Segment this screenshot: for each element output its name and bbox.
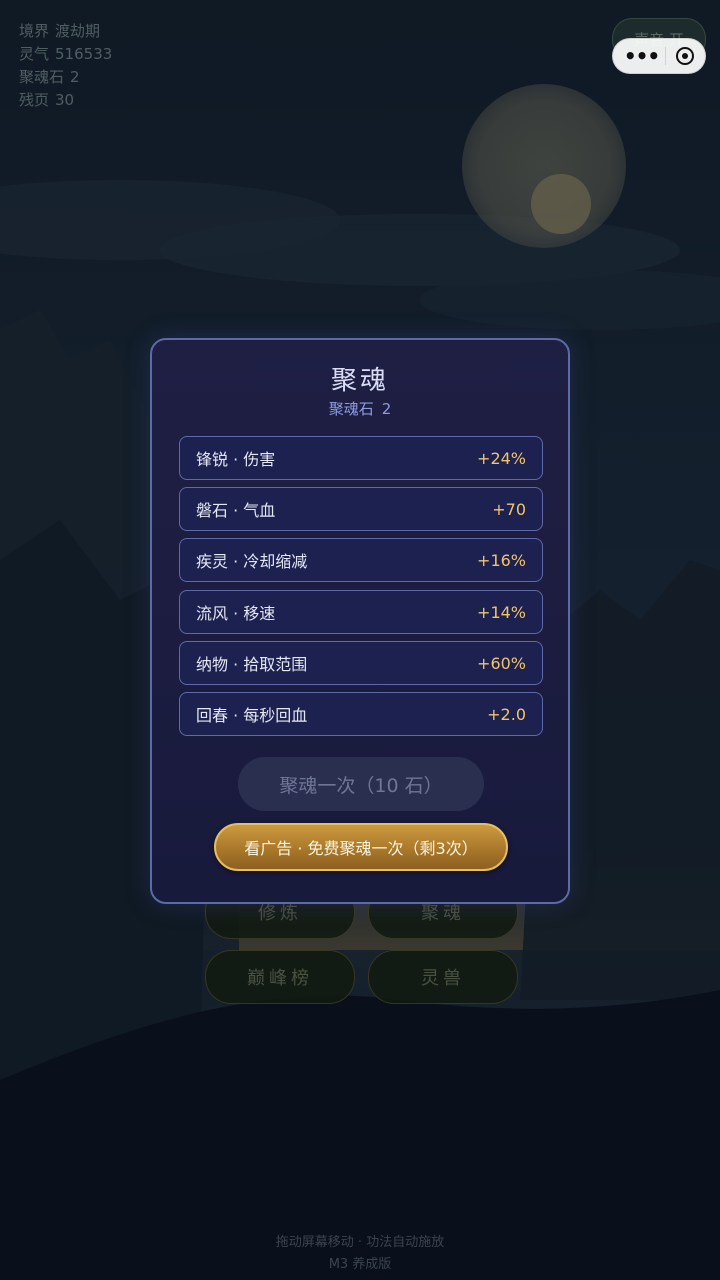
leaderboard-button[interactable]: 巅峰榜 <box>205 950 355 1004</box>
soul-stone-stat: 聚魂石 2 <box>19 68 80 86</box>
player-stats: 境界 渡劫期 灵气 516533 聚魂石 2 残页 30 <box>19 20 112 112</box>
dialog-title: 聚魂 <box>330 366 389 396</box>
attribute-name: 流风 · 移速 <box>196 604 276 623</box>
soul-stone-count: 聚魂石 2 <box>328 400 392 418</box>
attribute-value: +16% <box>477 550 526 570</box>
mini-program-capsule: ••• <box>612 38 706 74</box>
footer-version: M3 养成版 <box>328 1257 392 1272</box>
attribute-value: +60% <box>477 653 526 673</box>
attribute-value: +70 <box>492 499 526 519</box>
more-dots-icon[interactable]: ••• <box>624 38 660 74</box>
realm-stat: 境界 渡劫期 <box>19 22 101 40</box>
attribute-name: 磐石 · 气血 <box>196 501 276 520</box>
attribute-row: 疾灵 · 冷却缩减 +16% <box>179 538 543 582</box>
gather-soul-dialog: 聚魂 聚魂石 2 锋锐 · 伤害 +24% 磐石 · 气血 +70 疾灵 · 冷却… <box>150 338 570 904</box>
attribute-value: +2.0 <box>487 704 526 724</box>
attribute-row: 纳物 · 拾取范围 +60% <box>179 641 543 685</box>
gather-once-button[interactable]: 聚魂一次（10 石） <box>238 757 484 811</box>
qi-stat: 灵气 516533 <box>19 45 113 63</box>
fragment-stat: 残页 30 <box>19 91 75 109</box>
attribute-row: 流风 · 移速 +14% <box>179 590 543 634</box>
attribute-name: 疾灵 · 冷却缩减 <box>196 552 308 571</box>
attribute-row: 磐石 · 气血 +70 <box>179 487 543 531</box>
attribute-name: 回春 · 每秒回血 <box>196 706 308 725</box>
attribute-value: +14% <box>477 602 526 622</box>
spirit-beast-button[interactable]: 灵兽 <box>368 950 518 1004</box>
attribute-row: 锋锐 · 伤害 +24% <box>179 436 543 480</box>
target-circle-icon[interactable] <box>676 47 695 65</box>
attribute-name: 纳物 · 拾取范围 <box>196 655 308 674</box>
attribute-name: 锋锐 · 伤害 <box>196 450 276 469</box>
attribute-value: +24% <box>477 448 526 468</box>
watch-ad-free-gather-button[interactable]: 看广告 · 免费聚魂一次（剩3次） <box>214 823 508 871</box>
capsule-divider <box>665 47 667 65</box>
footer-hint: 拖动屏幕移动 · 功法自动施放 <box>275 1235 445 1250</box>
attribute-row: 回春 · 每秒回血 +2.0 <box>179 692 543 736</box>
